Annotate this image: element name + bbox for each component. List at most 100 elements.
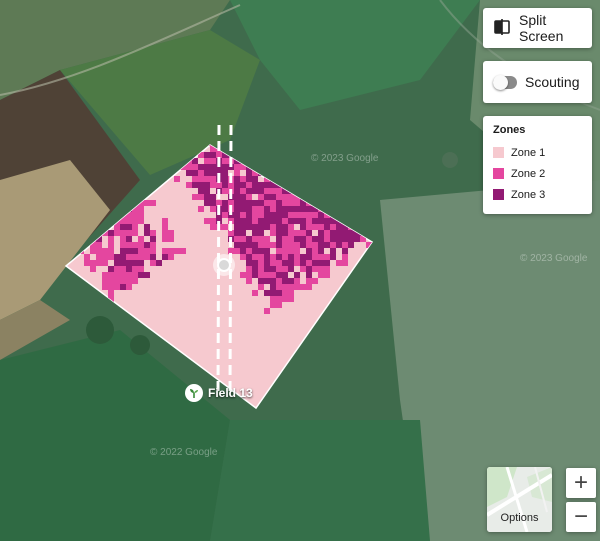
scouting-toggle[interactable]: Scouting [483,61,592,103]
zone-cell [288,284,294,290]
zone-cell [258,266,264,272]
zone-cell [330,236,336,242]
zone-cell [168,230,174,236]
zone-cell [240,200,246,206]
zone-cell [270,194,276,200]
zone-cell [150,200,156,206]
zone-cell [276,236,282,242]
zone-cell [198,170,204,176]
zone-cell [246,182,252,188]
legend-item-zone-3: Zone 3 [493,184,582,205]
zone-cell [342,254,348,260]
zone-cell [240,248,246,254]
zone-cell [312,260,318,266]
scouting-switch[interactable] [493,74,517,90]
zone-cell [120,248,126,254]
zone-cell [312,278,318,284]
zone-cell [126,272,132,278]
location-marker[interactable] [213,254,235,276]
zone-cell [348,230,354,236]
zone-cell [282,218,288,224]
zone-cell [276,260,282,266]
zone-cell [210,158,216,164]
zone-cell [270,188,276,194]
zone-cell [204,182,210,188]
zone-cell [318,254,324,260]
zone-cell [252,182,258,188]
zone-cell [300,254,306,260]
zone-cell [210,206,216,212]
zone-cell [156,260,162,266]
zone-cell [288,194,294,200]
zone-cell [288,278,294,284]
zone-cell [210,152,216,158]
zone-cell [270,212,276,218]
zone-cell [342,230,348,236]
zone-3-label: Zone 3 [511,188,546,201]
zone-cell [294,248,300,254]
zone-cell [276,302,282,308]
zone-cell [294,284,300,290]
zone-cell [102,272,108,278]
zone-cell [270,266,276,272]
zone-cell [96,254,102,260]
zone-cell [324,218,330,224]
map-watermark-right: © 2023 Google [520,253,588,264]
zone-cell [114,278,120,284]
zone-cell [318,212,324,218]
zone-cell [132,242,138,248]
zone-cell [126,242,132,248]
zone-cell [132,248,138,254]
zone-cell [168,254,174,260]
zone-cell [246,200,252,206]
zone-cell [234,248,240,254]
zone-cell [282,260,288,266]
zone-cell [210,200,216,206]
zone-cell [240,176,246,182]
zone-cell [108,248,114,254]
zone-cell [324,224,330,230]
map-options-button[interactable]: Options [487,467,552,532]
zone-cell [282,278,288,284]
zone-cell [258,218,264,224]
zone-cell [204,200,210,206]
zone-cell [108,278,114,284]
zone-cell [288,230,294,236]
zone-cell [318,218,324,224]
zone-cell [102,260,108,266]
field-label[interactable]: Field 13 [185,384,253,402]
zone-cell [276,224,282,230]
zone-1-label: Zone 1 [511,146,546,159]
zone-cell [306,218,312,224]
zoom-out-button[interactable]: − [566,502,596,532]
zone-2-swatch [493,168,504,179]
zone-cell [300,230,306,236]
zone-cell [222,176,228,182]
zone-cell [306,260,312,266]
zone-cell [282,290,288,296]
zone-cell [252,218,258,224]
zone-cell [282,212,288,218]
zone-cell [168,248,174,254]
zone-cell [192,164,198,170]
zoom-in-button[interactable]: + [566,468,596,498]
zone-cell [294,236,300,242]
zone-cell [246,278,252,284]
zone-cell [252,260,258,266]
zone-cell [144,254,150,260]
zone-cell [258,284,264,290]
zone-cell [234,200,240,206]
zone-cell [294,242,300,248]
zone-cell [252,266,258,272]
zone-cell [306,206,312,212]
zone-cell [240,212,246,218]
split-screen-button[interactable]: Split Screen [483,8,592,48]
zone-cell [126,218,132,224]
zone-cell [258,200,264,206]
zone-cell [234,230,240,236]
zone-cell [258,272,264,278]
zone-cell [204,152,210,158]
zone-cell [282,230,288,236]
zone-cell [282,266,288,272]
zone-cell [300,224,306,230]
